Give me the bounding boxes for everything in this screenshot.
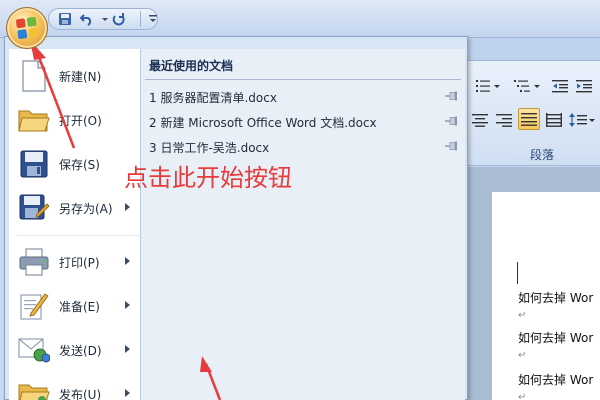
office-button[interactable] — [6, 7, 48, 49]
annotation-callout: 点击此开始按钮 — [124, 164, 292, 192]
annotation-arrows — [30, 40, 222, 400]
annotation-arrow-lower-head — [200, 356, 212, 372]
office-logo-icon — [15, 16, 39, 40]
annotation-arrow-up — [35, 51, 76, 149]
